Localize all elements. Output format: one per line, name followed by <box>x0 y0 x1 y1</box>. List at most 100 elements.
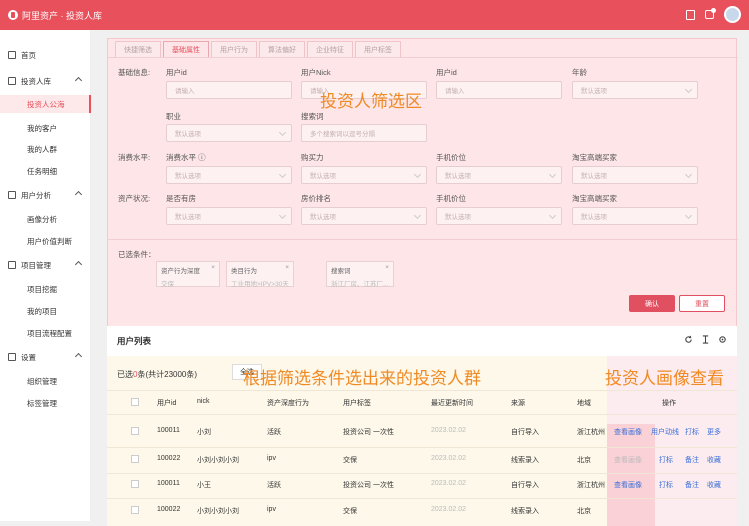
settings-icon <box>8 353 16 361</box>
sidebar: 首页 投资人库 投资人公海 我的客户 我的人群 任务明细 用户分析 画像分析 用… <box>0 30 91 521</box>
column-header: 用户标签 <box>343 400 371 407</box>
column-header: 用户id <box>157 400 177 407</box>
view-portrait-link[interactable]: 查看画像 <box>614 480 642 490</box>
sidebar-item-home[interactable]: 首页 <box>0 46 91 64</box>
sidebar-item-tags[interactable]: 标签管理 <box>0 394 91 412</box>
action-link[interactable]: 更多 <box>707 427 721 437</box>
phone-price-select[interactable]: 默认选项 <box>436 166 562 184</box>
app-title: 阿里资产 · 投资人库 <box>22 10 102 21</box>
sidebar-item-investor-pool[interactable]: 投资人公海 <box>0 95 91 113</box>
cell-time: 2023.02.02 <box>431 427 467 434</box>
action-link[interactable]: 收藏 <box>707 480 721 490</box>
field-label: 搜索词 <box>301 112 324 121</box>
consumption-select[interactable]: 默认选项 <box>166 166 292 184</box>
has-house-select[interactable]: 默认选项 <box>166 207 292 225</box>
sidebar-item-portrait-analysis[interactable]: 画像分析 <box>0 210 91 228</box>
condition-chip[interactable]: 类目行为 工业用地>IPV>30天... × <box>226 261 294 288</box>
action-link[interactable]: 收藏 <box>707 455 721 465</box>
portrait-annotation: 投资人画像查看 <box>605 369 724 388</box>
reset-button[interactable]: 重置 <box>679 295 725 312</box>
action-link[interactable]: 打标 <box>659 455 673 465</box>
condition-chip[interactable]: 资产行为深度 交保 × <box>156 261 220 288</box>
section-label: 资产状况: <box>118 194 151 203</box>
divider <box>107 414 737 415</box>
close-icon[interactable]: × <box>211 264 215 271</box>
action-link[interactable]: 打标 <box>685 427 699 437</box>
filter-panel: 快捷筛选 基础属性 用户行为 算法偏好 企业特征 用户标签 基础信息: 用户id… <box>107 38 738 344</box>
list-title: 用户列表 <box>117 336 152 346</box>
house-rank-select[interactable]: 默认选项 <box>301 207 427 225</box>
field-label: 淘宝高端买家 <box>572 194 617 203</box>
search-words-input[interactable]: 多个搜索词以逗号分隔 <box>301 124 427 142</box>
column-header: 操作 <box>662 400 676 407</box>
app-logo[interactable]: 阿里资产 · 投资人库 <box>8 9 102 22</box>
view-portrait-link[interactable]: 查看画像 <box>614 455 642 465</box>
sidebar-item-org[interactable]: 组织管理 <box>0 372 91 390</box>
column-header: 来源 <box>511 400 525 407</box>
view-portrait-link[interactable]: 查看画像 <box>614 427 642 437</box>
tab-algorithm-preference[interactable]: 算法偏好 <box>259 41 305 57</box>
gear-icon[interactable] <box>718 335 727 344</box>
field-label: 手机价位 <box>436 194 466 203</box>
taobao-buyer-select-2[interactable]: 默认选项 <box>572 207 698 225</box>
close-icon[interactable]: × <box>385 264 389 271</box>
user-id-input[interactable]: 请输入 <box>166 81 292 99</box>
sidebar-group-settings[interactable]: 设置 <box>0 348 91 366</box>
action-link[interactable]: 打标 <box>659 480 673 490</box>
refresh-icon[interactable] <box>684 335 693 344</box>
age-select[interactable]: 默认选项 <box>572 81 698 99</box>
row-checkbox[interactable] <box>131 455 139 463</box>
tab-user-behavior[interactable]: 用户行为 <box>211 41 257 57</box>
action-link[interactable]: 备注 <box>685 480 699 490</box>
sidebar-item-my-projects[interactable]: 我的项目 <box>0 302 91 320</box>
user-id-input-2[interactable]: 请输入 <box>436 81 562 99</box>
tab-company-features[interactable]: 企业特征 <box>307 41 353 57</box>
sidebar-item-my-customers[interactable]: 我的客户 <box>0 119 91 137</box>
cell-nick: 小刘小刘小刘 <box>197 457 239 464</box>
row-checkbox[interactable] <box>131 480 139 488</box>
sidebar-item-tasks[interactable]: 任务明细 <box>0 162 91 180</box>
row-checkbox[interactable] <box>131 506 139 514</box>
tab-quick-filter[interactable]: 快捷筛选 <box>115 41 161 57</box>
condition-chip[interactable]: 搜索词 浙江厂房、江苏厂... × <box>326 261 394 288</box>
divider <box>107 498 737 499</box>
sidebar-item-user-value[interactable]: 用户价值判断 <box>0 232 91 250</box>
sidebar-item-my-crowds[interactable]: 我的人群 <box>0 140 91 158</box>
field-label: 年龄 <box>572 68 587 77</box>
tab-basic-attributes[interactable]: 基础属性 <box>163 41 209 57</box>
phone-price-select-2[interactable]: 默认选项 <box>436 207 562 225</box>
selected-count: 已选0条(共计23000条) <box>117 370 198 379</box>
cell-nick: 小王 <box>197 482 211 489</box>
document-icon[interactable] <box>686 9 695 20</box>
row-checkbox[interactable] <box>131 427 139 435</box>
confirm-button[interactable]: 确认 <box>629 295 675 312</box>
tab-user-tags[interactable]: 用户标签 <box>355 41 401 57</box>
project-icon <box>8 261 16 269</box>
action-link[interactable]: 备注 <box>685 455 699 465</box>
occupation-select[interactable]: 默认选项 <box>166 124 292 142</box>
sidebar-group-analysis[interactable]: 用户分析 <box>0 186 91 204</box>
field-label: 淘宝高端买家 <box>572 153 617 162</box>
cell-user-id: 100022 <box>157 455 181 462</box>
select-all-checkbox[interactable] <box>131 398 139 406</box>
message-icon[interactable] <box>705 8 716 19</box>
sidebar-item-project-flow[interactable]: 项目流程配置 <box>0 324 91 342</box>
column-height-icon[interactable] <box>701 335 710 344</box>
cell-nick: 小刘小刘小刘 <box>197 508 239 515</box>
action-link[interactable]: 用户动线 <box>651 427 679 437</box>
cell-depth: 活跃 <box>267 482 281 489</box>
cell-depth: ipv <box>267 506 276 513</box>
cell-nick: 小刘 <box>197 429 211 436</box>
taobao-buyer-select[interactable]: 默认选项 <box>572 166 698 184</box>
cell-depth: 活跃 <box>267 429 281 436</box>
analysis-icon <box>8 191 16 199</box>
purchasing-power-select[interactable]: 默认选项 <box>301 166 427 184</box>
close-icon[interactable]: × <box>285 264 289 271</box>
sidebar-item-project-mining[interactable]: 项目挖掘 <box>0 280 91 298</box>
cell-region: 浙江杭州 <box>577 429 605 436</box>
sidebar-group-projects[interactable]: 项目管理 <box>0 256 91 274</box>
column-header: 最近更新时间 <box>431 400 473 407</box>
main-content: 快捷筛选 基础属性 用户行为 算法偏好 企业特征 用户标签 基础信息: 用户id… <box>97 30 749 526</box>
sidebar-group-investor[interactable]: 投资人库 <box>0 72 91 90</box>
avatar[interactable] <box>724 6 741 23</box>
